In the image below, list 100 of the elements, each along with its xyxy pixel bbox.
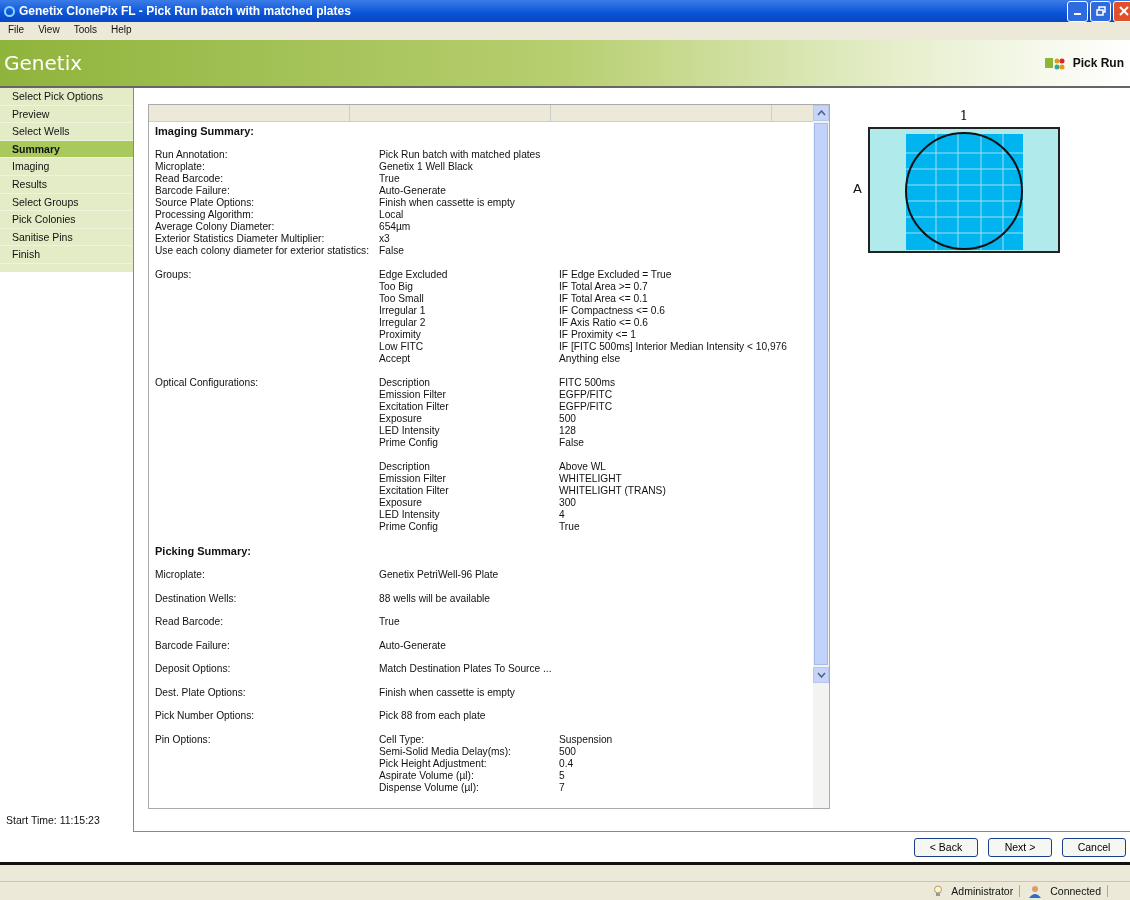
section-heading: Imaging Summary: (155, 125, 256, 137)
field-detail: 0.4 (559, 757, 574, 769)
field-detail: EGFP/FITC (559, 389, 613, 400)
field-value: Aspirate Volume (µl): (379, 769, 474, 781)
window-title: Genetix ClonePix FL - Pick Run batch with matched plates (19, 4, 352, 18)
sidebar-item[interactable]: Preview (0, 105, 133, 124)
sidebar-item[interactable]: Finish (0, 246, 133, 264)
field-label: Groups: (155, 269, 192, 280)
field-detail: IF [FITC 500ms] Interior Median Intensity < 10,976 (559, 341, 787, 352)
field-detail: 5 (559, 769, 565, 781)
lightbulb-icon (933, 885, 944, 897)
scroll-up-button[interactable] (813, 105, 829, 121)
menu-item[interactable]: View (38, 24, 60, 40)
field-label: Read Barcode: (155, 173, 223, 184)
field-value: Description (379, 377, 430, 388)
wizard-button[interactable]: Next > (988, 837, 1052, 857)
field-value: Too Big (379, 281, 413, 292)
field-value: Pick Run batch with matched plates (379, 149, 541, 160)
field-detail: 4 (559, 509, 565, 520)
field-value: Genetix PetriWell-96 Plate (379, 569, 499, 580)
field-detail: IF Compactness <= 0.6 (559, 305, 665, 316)
field-value: Auto-Generate (379, 185, 446, 196)
scroll-thumb[interactable] (814, 123, 828, 665)
colony-plate-icon (1044, 56, 1065, 70)
wizard-button[interactable]: < Back (914, 837, 978, 857)
field-label: Barcode Failure: (155, 185, 230, 196)
field-detail: 500 (559, 745, 576, 757)
field-value: Description (379, 461, 430, 472)
field-value: False (379, 245, 404, 256)
sidebar-item[interactable]: Select Wells (0, 123, 133, 141)
section-heading: Picking Summary: (155, 545, 252, 557)
field-label: Use each colony diameter for exterior statistics: (155, 245, 370, 256)
user-icon (1028, 884, 1043, 898)
field-value: Prime Config (379, 437, 438, 448)
minimize-icon (1074, 13, 1081, 15)
field-value: Emission Filter (379, 389, 446, 400)
minimize-button[interactable] (1067, 0, 1088, 22)
field-label: Exterior Statistics Diameter Multiplier: (155, 233, 325, 244)
field-label: Barcode Failure: (155, 639, 230, 651)
sidebar-item[interactable]: Results (0, 175, 133, 194)
field-label: Source Plate Options: (155, 197, 255, 208)
restore-icon (1095, 6, 1106, 16)
field-detail: Suspension (559, 733, 613, 745)
field-value: Local (379, 209, 404, 220)
field-detail: WHITELIGHT (TRANS) (559, 485, 666, 496)
vertical-scrollbar[interactable] (813, 105, 829, 808)
field-detail: False (559, 437, 584, 448)
field-value: Auto-Generate (379, 639, 446, 651)
menu-item[interactable]: Tools (73, 24, 97, 40)
field-value: Semi-Solid Media Delay(ms): (379, 745, 511, 757)
field-value: True (379, 616, 400, 627)
sidebar-item[interactable]: Sanitise Pins (0, 228, 133, 247)
user-name: Administrator (951, 885, 1021, 897)
field-label: Average Colony Diameter: (155, 221, 275, 232)
menu-item[interactable]: File (8, 24, 25, 40)
field-detail: True (559, 521, 580, 532)
field-label: Run Annotation: (155, 149, 228, 160)
field-value: Exposure (379, 413, 423, 424)
field-detail: 7 (559, 781, 565, 793)
close-button[interactable] (1113, 0, 1130, 22)
field-detail: IF Edge Excluded = True (559, 269, 672, 280)
sidebar-item[interactable]: Imaging (0, 158, 133, 176)
field-label: Deposit Options: (155, 663, 231, 674)
logo-text: Genetix (3, 51, 83, 75)
field-detail: Above WL (559, 461, 606, 472)
field-value: 88 wells will be available (379, 592, 490, 604)
field-detail: 500 (559, 413, 576, 424)
column-label: 1 (958, 108, 970, 123)
field-label: Read Barcode: (155, 616, 223, 627)
field-value: Cell Type: (379, 733, 425, 745)
start-time: Start Time: 11:15:23 (5, 814, 101, 828)
close-icon (1118, 6, 1129, 16)
field-detail: IF Total Area <= 0.1 (559, 293, 648, 304)
field-label: Dest. Plate Options: (155, 686, 246, 698)
field-value: Edge Excluded (379, 269, 448, 280)
wizard-button[interactable]: Cancel (1062, 837, 1126, 857)
field-value: Pick Height Adjustment: (379, 757, 487, 769)
sidebar-item[interactable]: Select Pick Options (0, 88, 133, 106)
field-detail: EGFP/FITC (559, 401, 613, 412)
field-detail: WHITELIGHT (559, 473, 622, 484)
page-title: Pick Run (1072, 56, 1124, 70)
menu-item[interactable]: Help (111, 24, 132, 40)
field-label: Pin Options: (155, 733, 211, 745)
scroll-down-button[interactable] (813, 667, 829, 683)
field-value: Irregular 2 (379, 317, 426, 328)
field-value: Accept (379, 353, 411, 364)
field-label: Optical Configurations: (155, 377, 259, 388)
field-detail: Anything else (559, 353, 621, 364)
field-value: Excitation Filter (379, 485, 449, 496)
field-detail: IF Axis Ratio <= 0.6 (559, 317, 648, 328)
field-value: 654µm (379, 221, 411, 232)
restore-button[interactable] (1090, 0, 1111, 22)
field-value: Pick 88 from each plate (379, 710, 486, 721)
field-label: Microplate: (155, 161, 205, 172)
field-detail: IF Proximity <= 1 (559, 329, 636, 340)
sidebar-item[interactable]: Pick Colonies (0, 211, 133, 229)
field-value: Prime Config (379, 521, 438, 532)
field-value: True (379, 173, 400, 184)
field-value: Excitation Filter (379, 401, 449, 412)
sidebar-item[interactable]: Select Groups (0, 193, 133, 212)
